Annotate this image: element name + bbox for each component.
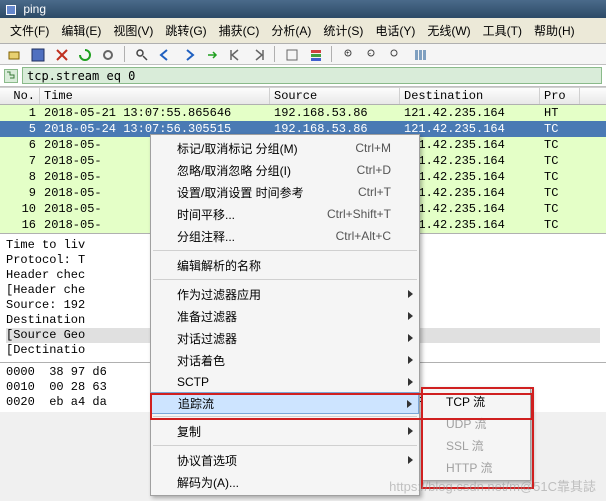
submenu-arrow-icon	[408, 456, 413, 464]
col-header-src[interactable]: Source	[270, 88, 400, 104]
open-icon[interactable]	[6, 46, 22, 62]
back-icon[interactable]	[156, 46, 172, 62]
find-icon[interactable]	[133, 46, 149, 62]
menu-item[interactable]: SCTP	[151, 371, 419, 393]
submenu-item: UDP 流	[422, 412, 530, 434]
col-header-pro[interactable]: Pro	[540, 88, 580, 104]
menu-item[interactable]: 工具(T)	[477, 20, 528, 41]
submenu-arrow-icon	[408, 334, 413, 342]
submenu-arrow-icon	[408, 312, 413, 320]
menu-item[interactable]: 对话过滤器	[151, 327, 419, 349]
reload-icon[interactable]	[76, 46, 92, 62]
menu-item[interactable]: 协议首选项	[151, 449, 419, 471]
menu-item[interactable]: 分析(A)	[265, 20, 317, 41]
svg-text:+: +	[346, 51, 350, 57]
toolbar: + -	[0, 44, 606, 65]
save-icon[interactable]	[29, 46, 45, 62]
zoom-in-icon[interactable]: +	[341, 46, 357, 62]
menu-item[interactable]: 解码为(A)...	[151, 471, 419, 493]
filter-bar	[0, 65, 606, 87]
filter-apply-icon[interactable]	[4, 69, 18, 83]
menu-item[interactable]: 分组注释...Ctrl+Alt+C	[151, 225, 419, 247]
autoscroll-icon[interactable]	[283, 46, 299, 62]
last-icon[interactable]	[250, 46, 266, 62]
menu-item[interactable]: 编辑(E)	[55, 20, 107, 41]
menu-item[interactable]: 准备过滤器	[151, 305, 419, 327]
titlebar: ping	[0, 0, 606, 18]
svg-text:-: -	[369, 51, 371, 57]
menu-item[interactable]: 电话(Y)	[369, 20, 421, 41]
menu-item[interactable]: 设置/取消设置 时间参考Ctrl+T	[151, 181, 419, 203]
col-header-no[interactable]: No.	[0, 88, 40, 104]
submenu-arrow-icon	[408, 356, 413, 364]
submenu-arrow-icon	[408, 378, 413, 386]
menu-item[interactable]: 跳转(G)	[159, 20, 212, 41]
submenu-arrow-icon	[408, 290, 413, 298]
col-header-dst[interactable]: Destination	[400, 88, 540, 104]
menu-item[interactable]: 视图(V)	[107, 20, 159, 41]
menu-item[interactable]: 标记/取消标记 分组(M)Ctrl+M	[151, 137, 419, 159]
submenu-item: HTTP 流	[422, 456, 530, 478]
menu-item[interactable]: 帮助(H)	[528, 20, 581, 41]
jump-icon[interactable]	[203, 46, 219, 62]
menu-item[interactable]: 文件(F)	[4, 20, 55, 41]
display-filter-input[interactable]	[22, 67, 602, 84]
menu-item[interactable]: 复制	[151, 420, 419, 442]
window-title: ping	[23, 2, 46, 16]
close-icon[interactable]	[53, 46, 69, 62]
app-icon	[6, 5, 16, 15]
gear-icon[interactable]	[99, 46, 115, 62]
submenu-arrow-icon	[407, 400, 412, 408]
resize-columns-icon[interactable]	[411, 46, 427, 62]
menu-item[interactable]: 编辑解析的名称	[151, 254, 419, 276]
zoom-out-icon[interactable]: -	[364, 46, 380, 62]
submenu-item[interactable]: TCP 流	[422, 390, 530, 412]
context-menu: 标记/取消标记 分组(M)Ctrl+M忽略/取消忽略 分组(I)Ctrl+D设置…	[150, 134, 420, 496]
table-row[interactable]: 12018-05-21 13:07:55.865646192.168.53.86…	[0, 105, 606, 121]
menu-item[interactable]: 捕获(C)	[213, 20, 266, 41]
follow-stream-submenu: TCP 流UDP 流SSL 流HTTP 流	[421, 387, 531, 481]
submenu-arrow-icon	[408, 427, 413, 435]
zoom-reset-icon[interactable]	[387, 46, 403, 62]
colorize-icon[interactable]	[307, 46, 323, 62]
menu-item[interactable]: 追踪流	[151, 392, 419, 414]
menu-item[interactable]: 无线(W)	[421, 20, 476, 41]
menu-item[interactable]: 对话着色	[151, 349, 419, 371]
menubar: 文件(F)编辑(E)视图(V)跳转(G)捕获(C)分析(A)统计(S)电话(Y)…	[0, 18, 606, 44]
packet-list-header[interactable]: No. Time Source Destination Pro	[0, 87, 606, 105]
menu-item[interactable]: 作为过滤器应用	[151, 283, 419, 305]
menu-item[interactable]: 时间平移...Ctrl+Shift+T	[151, 203, 419, 225]
submenu-item: SSL 流	[422, 434, 530, 456]
first-icon[interactable]	[226, 46, 242, 62]
menu-item[interactable]: 统计(S)	[317, 20, 369, 41]
forward-icon[interactable]	[180, 46, 196, 62]
menu-item[interactable]: 忽略/取消忽略 分组(I)Ctrl+D	[151, 159, 419, 181]
col-header-time[interactable]: Time	[40, 88, 270, 104]
